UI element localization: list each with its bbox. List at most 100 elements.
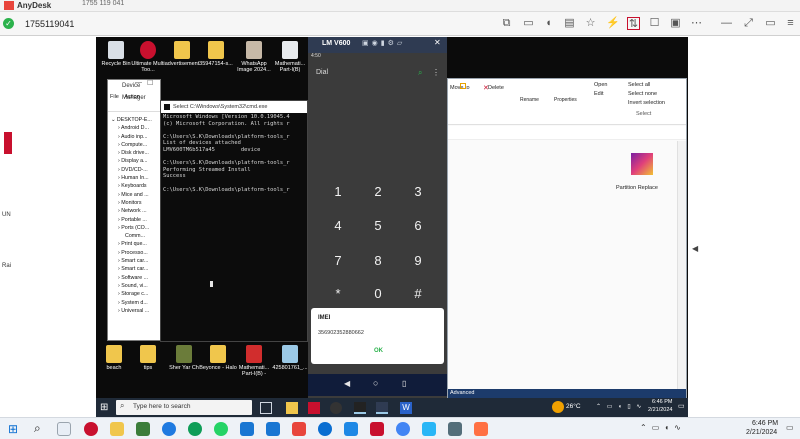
weather-temp[interactable]: 26°C [566, 403, 581, 410]
ribbon-select-none[interactable]: Select none [628, 91, 657, 97]
dial-key[interactable]: # [398, 286, 438, 301]
device-tree-item[interactable]: › Monitors [111, 199, 161, 207]
host-clock-time[interactable]: 6:46 PM [752, 420, 778, 427]
ribbon-properties[interactable]: Properties [554, 97, 577, 103]
cmd-window[interactable]: Select C:\Windows\System32\cmd.exe Micro… [160, 100, 308, 342]
action-icon[interactable]: ⚡ [606, 17, 620, 30]
device-tree-item[interactable]: Comm... [111, 232, 161, 240]
device-tree-item[interactable]: › Portable ... [111, 216, 161, 224]
menu-icon[interactable]: ≡ [784, 17, 797, 30]
dial-key[interactable]: 3 [398, 184, 438, 199]
windows-start-icon[interactable]: ⊞ [100, 402, 108, 413]
file-explorer-icon[interactable] [286, 402, 298, 414]
home-icon[interactable]: ○ [373, 378, 378, 388]
edge-icon[interactable] [188, 422, 202, 436]
device-tree-item[interactable]: › DVD/CD-... [111, 166, 161, 174]
device-tree-item[interactable]: ⌄ DESKTOP-E... [111, 116, 161, 124]
ribbon-delete[interactable]: Delete [488, 85, 504, 91]
dial-key[interactable]: 8 [358, 253, 398, 268]
app-icon[interactable] [344, 422, 358, 436]
star-icon[interactable]: ☆ [584, 17, 597, 30]
app-icon[interactable] [308, 402, 320, 414]
app-icon[interactable] [240, 422, 254, 436]
dial-key[interactable]: 4 [318, 218, 358, 233]
app-icon[interactable] [330, 402, 342, 414]
device-tree-item[interactable]: › Keyboards [111, 182, 161, 190]
ribbon-edit[interactable]: Edit [594, 91, 603, 97]
ribbon-invert-selection[interactable]: Invert selection [628, 100, 665, 106]
device-tree-item[interactable]: › Smart car... [111, 257, 161, 265]
minimize-icon[interactable]: — [720, 17, 733, 30]
device-tree-item[interactable]: › Ports (CO... [111, 224, 161, 232]
phone-mirror-window[interactable]: LM V600 ▣◉▮⚙▱ ✕ 4:50 Dial ⌕ ⋮ 1 2 3 4 5 6 7 8 9 *… [308, 37, 447, 400]
menu-action[interactable]: Action [124, 94, 139, 100]
device-tree-item[interactable]: › Network ... [111, 207, 161, 215]
windows-start-icon[interactable]: ⊞ [8, 422, 18, 436]
task-view-icon[interactable] [260, 402, 272, 414]
app-icon[interactable] [292, 422, 306, 436]
chat-icon[interactable]: ⧉ [500, 17, 513, 30]
winrar-file-icon[interactable] [631, 153, 653, 175]
display-icon[interactable]: ▭ [522, 17, 535, 30]
maximize-icon[interactable]: ☐ [147, 79, 153, 87]
remote-search-box[interactable]: ⌕ Type here to search [116, 400, 252, 415]
chat-bubble-icon[interactable]: ☐ [648, 17, 661, 30]
app-icon[interactable] [84, 422, 98, 436]
whatsapp-icon[interactable] [214, 422, 228, 436]
device-tree-item[interactable]: › Software ... [111, 274, 161, 282]
keyboard-icon[interactable]: ▤ [563, 17, 576, 30]
ribbon-select-all[interactable]: Select all [628, 82, 650, 88]
dial-key[interactable]: 7 [318, 253, 358, 268]
search-icon[interactable]: ⌕ [34, 421, 41, 436]
dial-key[interactable]: 5 [358, 218, 398, 233]
ribbon-rename[interactable]: Rename [520, 97, 539, 103]
desktop-icon[interactable]: Mathemati... Part-I(B) [270, 41, 310, 73]
app-icon[interactable] [422, 422, 436, 436]
device-tree-item[interactable]: › Human In... [111, 174, 161, 182]
device-tree-item[interactable]: › Print que... [111, 240, 161, 248]
dial-key[interactable]: 0 [358, 286, 398, 301]
host-clock-date[interactable]: 2/21/2024 [746, 429, 777, 436]
device-tree-item[interactable]: › Compute... [111, 141, 161, 149]
scroll-right-icon[interactable]: ◀ [692, 244, 698, 253]
desktop-icon[interactable]: Mathemati... Part-I(B) - [234, 345, 274, 377]
file-transfer-icon[interactable]: ⇅ [627, 17, 640, 30]
speaker-icon[interactable]: ◖ [542, 17, 555, 30]
dial-key[interactable]: 2 [358, 184, 398, 199]
notification-icon[interactable]: ▭ [786, 423, 794, 432]
back-icon[interactable]: ◀ [344, 379, 350, 388]
task-view-icon[interactable] [57, 422, 71, 436]
device-tree-item[interactable]: › Android D... [111, 124, 161, 132]
cmd-titlebar[interactable]: Select C:\Windows\System32\cmd.exe [161, 101, 307, 113]
notification-icon[interactable]: ▭ [678, 402, 685, 410]
desktop-icon[interactable]: 425801761_... [270, 345, 310, 371]
explorer-scrollbar[interactable] [677, 141, 686, 396]
chrome-icon[interactable] [396, 422, 410, 436]
menu-file[interactable]: File [110, 94, 119, 100]
app-icon[interactable] [448, 422, 462, 436]
device-tree-item[interactable]: › Disk drive... [111, 149, 161, 157]
chrome-icon[interactable] [162, 422, 176, 436]
dial-key[interactable]: 9 [398, 253, 438, 268]
dial-key[interactable]: * [318, 286, 358, 301]
desktop-icon[interactable]: WhatsApp Image 2024... [234, 41, 274, 73]
device-tree-item[interactable]: › Processo... [111, 249, 161, 257]
session-tab[interactable]: 1755 119 041 [82, 0, 124, 7]
more-icon[interactable]: ⋯ [690, 17, 703, 30]
desktop-icon[interactable]: 35947154-s... [196, 41, 236, 67]
app-icon[interactable] [318, 422, 332, 436]
app-icon[interactable] [110, 422, 124, 436]
desktop-icon[interactable]: Beyonce - Halo [198, 345, 238, 371]
file-explorer-window[interactable]: Move to Delete Rename Properties Open Ed… [447, 78, 687, 400]
tray-icons[interactable]: ⌃ ▭ ◖ ▯ ∿ [596, 403, 643, 410]
device-tree-item[interactable]: › Sound, vi... [111, 282, 161, 290]
tray-icons[interactable]: ⌃▭◖∿ [640, 423, 686, 432]
device-tree-item[interactable]: › Smart car... [111, 265, 161, 273]
fullscreen-icon[interactable]: ⤢ [742, 17, 755, 30]
cmd-console[interactable]: Microsoft Windows [Version 10.0.19045.4(… [163, 114, 307, 340]
device-manager-window[interactable]: Device Manager File Action ⌄ DESKTOP-E..… [107, 79, 161, 341]
cmd-taskbar-icon[interactable] [354, 402, 366, 414]
device-tree-item[interactable]: › System d... [111, 299, 161, 307]
minimize-icon[interactable]: — [135, 79, 142, 86]
dial-key[interactable]: 1 [318, 184, 358, 199]
